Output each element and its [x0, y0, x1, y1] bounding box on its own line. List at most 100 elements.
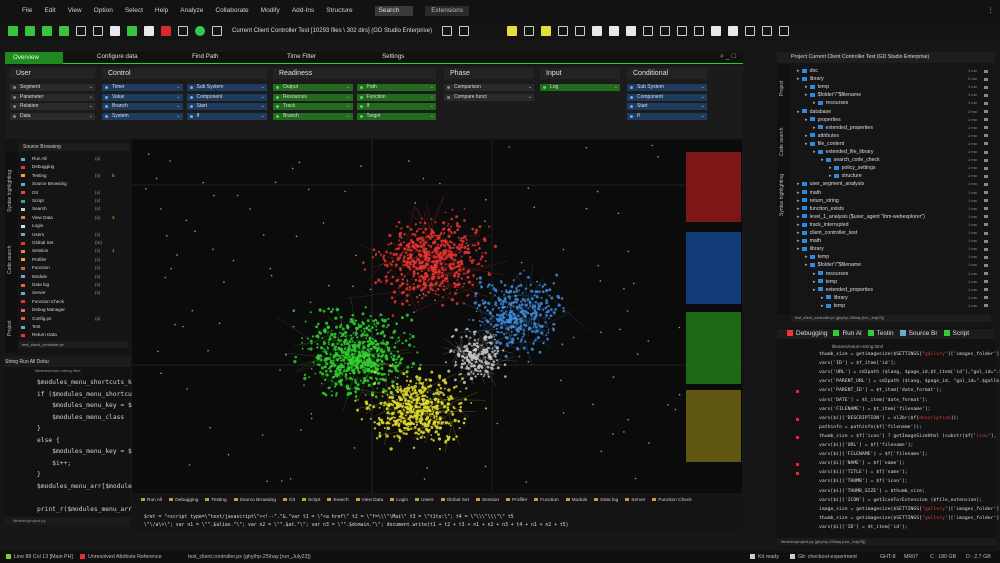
- bottom-tab-profiler[interactable]: Profiler: [506, 496, 527, 505]
- menu-view[interactable]: View: [68, 7, 82, 15]
- tab-settings[interactable]: Settings: [374, 54, 469, 60]
- tree-item-menu-icon[interactable]: [984, 296, 988, 300]
- filter-readiness-track[interactable]: Track ⌄: [273, 103, 353, 110]
- source-item-users[interactable]: Users (x): [21, 231, 129, 239]
- next-icon[interactable]: [625, 26, 636, 36]
- play-icon[interactable]: [710, 26, 721, 36]
- cube-icon[interactable]: [693, 26, 704, 36]
- filter-user-relation[interactable]: Relation ⌄: [10, 103, 95, 110]
- menu-structure[interactable]: Structure: [326, 7, 352, 15]
- tree-item-menu-icon[interactable]: [984, 247, 988, 251]
- filter-conditional-component[interactable]: Component ⌄: [627, 93, 707, 101]
- source-item-debug-manager[interactable]: Debug Manager: [21, 306, 129, 314]
- filter-control-system[interactable]: System ⌄: [102, 112, 183, 120]
- project-tree-title[interactable]: Project Current Client Controller Test (…: [777, 52, 995, 63]
- bottom-tab-search[interactable]: Search: [327, 496, 349, 505]
- filter-readiness-resources[interactable]: Resources ⌄: [273, 93, 353, 101]
- minimize-icon[interactable]: _: [726, 53, 730, 60]
- tree-item-folder-filename[interactable]: ▸ $folder"/"$filename: [805, 261, 861, 269]
- filter-readiness-function[interactable]: Function ⌄: [356, 93, 436, 101]
- tree-item-search-code-check[interactable]: ▸ search_code_check: [821, 156, 880, 164]
- tree-item-menu-icon[interactable]: [984, 134, 988, 138]
- terminal-icon[interactable]: [659, 26, 670, 36]
- vtab-project[interactable]: Project: [7, 320, 13, 336]
- tree-item-track-interrupted[interactable]: ▸ track_interrupted: [797, 221, 849, 229]
- breakpoint-icon[interactable]: [796, 435, 799, 439]
- tab-overview[interactable]: Overview: [5, 51, 63, 64]
- tree-item-menu-icon[interactable]: [984, 150, 988, 154]
- tree-item-function-exists[interactable]: ▸ function_exists: [797, 205, 844, 213]
- cluster-visualization[interactable]: [132, 140, 742, 493]
- source-item-script[interactable]: Script (x): [21, 197, 129, 205]
- tree-vtab-project[interactable]: Project: [779, 80, 785, 96]
- tree-item-menu-icon[interactable]: [984, 110, 988, 113]
- menu-select[interactable]: Select: [125, 7, 143, 15]
- tree-item-menu-icon[interactable]: [984, 288, 988, 292]
- tree-item-menu-icon[interactable]: [984, 272, 988, 275]
- tree-item-menu-icon[interactable]: [984, 304, 988, 308]
- status-icon[interactable]: [195, 26, 205, 36]
- menu-search-input[interactable]: Search: [374, 5, 414, 17]
- filter-phase-compare-funct[interactable]: Compare funct ⌄: [444, 93, 534, 101]
- filter-readiness-target[interactable]: Target ⌄: [356, 112, 436, 120]
- blue-cluster-card[interactable]: [686, 232, 741, 304]
- source-item-session[interactable]: Session (x) 1: [21, 247, 129, 255]
- stop-icon[interactable]: [161, 26, 171, 36]
- tree-item-policy-settings[interactable]: ▸ policy_settings: [829, 164, 876, 172]
- source-item-view-data[interactable]: View Data (x) 2: [21, 214, 129, 222]
- document-icon[interactable]: [557, 26, 568, 36]
- tree-item-menu-icon[interactable]: [984, 174, 988, 178]
- bottom-tab-testing[interactable]: Testing: [205, 496, 227, 505]
- breakpoint-icon[interactable]: [796, 472, 799, 476]
- bottom-tab-login[interactable]: Login: [390, 496, 408, 505]
- breakpoint-icon[interactable]: [796, 390, 799, 394]
- menu-edit[interactable]: Edit: [44, 7, 55, 15]
- source-item-return-data[interactable]: Return Data: [21, 331, 129, 339]
- tree-item-library[interactable]: ▸ library: [797, 75, 824, 83]
- menu-modify[interactable]: Modify: [261, 7, 280, 15]
- tree-item-level-1-analysis-user-agent-ibm-webexplorer[interactable]: ▸ level_1_analysis ($user_agent "ibm-webe…: [797, 213, 925, 221]
- undo-icon[interactable]: [110, 26, 120, 36]
- menu-help[interactable]: Help: [155, 7, 168, 15]
- bookmark-icon[interactable]: [506, 26, 517, 36]
- tree-item-menu-icon[interactable]: [984, 263, 988, 267]
- status-file[interactable]: test_client.controller.px (ghy/hp-25\hay…: [188, 551, 311, 563]
- tree-vtab-code-search[interactable]: Code search: [779, 128, 785, 156]
- status-ghtr[interactable]: GHT-8: [880, 551, 896, 563]
- source-item-server[interactable]: Server (x): [21, 289, 129, 297]
- tree-item-menu-icon[interactable]: [984, 215, 988, 219]
- new-file-icon[interactable]: [8, 26, 18, 36]
- yellow-cluster-card[interactable]: [686, 390, 741, 462]
- save-file-icon[interactable]: [42, 26, 52, 36]
- upload-icon[interactable]: [744, 26, 755, 36]
- right-tab-run-al[interactable]: Run Al: [833, 330, 862, 337]
- tree-item-resourses[interactable]: ▸ resourses: [813, 99, 848, 107]
- tree-item-menu-icon[interactable]: [984, 199, 988, 203]
- tree-item-menu-icon[interactable]: [984, 223, 988, 227]
- filter-control-timer[interactable]: Timer ⌄: [102, 84, 183, 91]
- step-icon[interactable]: [178, 26, 188, 36]
- bottom-tab-debugging[interactable]: Debugging: [169, 496, 198, 505]
- tree-item-resourses[interactable]: ▸ resourses: [813, 270, 848, 278]
- tree-item-menu-icon[interactable]: [984, 126, 988, 130]
- source-item-run-all[interactable]: Run All (x): [21, 155, 129, 163]
- tree-item-math[interactable]: ▸ math: [797, 237, 821, 245]
- settings-icon[interactable]: [441, 26, 452, 36]
- tab-configure-data[interactable]: Configure data: [89, 54, 184, 60]
- bottom-tab-view-data[interactable]: View Data: [355, 496, 383, 505]
- filter-control-value[interactable]: Value ⌄: [102, 93, 183, 101]
- menu-file[interactable]: File: [22, 7, 32, 15]
- bottom-tab-function[interactable]: Function: [534, 496, 559, 505]
- tree-item-menu-icon[interactable]: [984, 118, 988, 122]
- tree-item-menu-icon[interactable]: [984, 280, 988, 284]
- bottom-tab-data-log[interactable]: Data log: [594, 496, 618, 505]
- tree-item-menu-icon[interactable]: [984, 77, 988, 81]
- tree-item-doc[interactable]: ▸ doc: [797, 67, 818, 75]
- prev-icon[interactable]: [608, 26, 619, 36]
- tree-item-library[interactable]: ▸ library: [821, 294, 848, 302]
- filter-readiness-if[interactable]: If ⌄: [356, 103, 436, 110]
- tree-item-menu-icon[interactable]: [984, 69, 988, 73]
- bottom-tab-function-check[interactable]: Function Check: [652, 496, 692, 505]
- layout-icon[interactable]: [761, 26, 772, 36]
- tree-item-library[interactable]: ▸ library: [797, 245, 824, 253]
